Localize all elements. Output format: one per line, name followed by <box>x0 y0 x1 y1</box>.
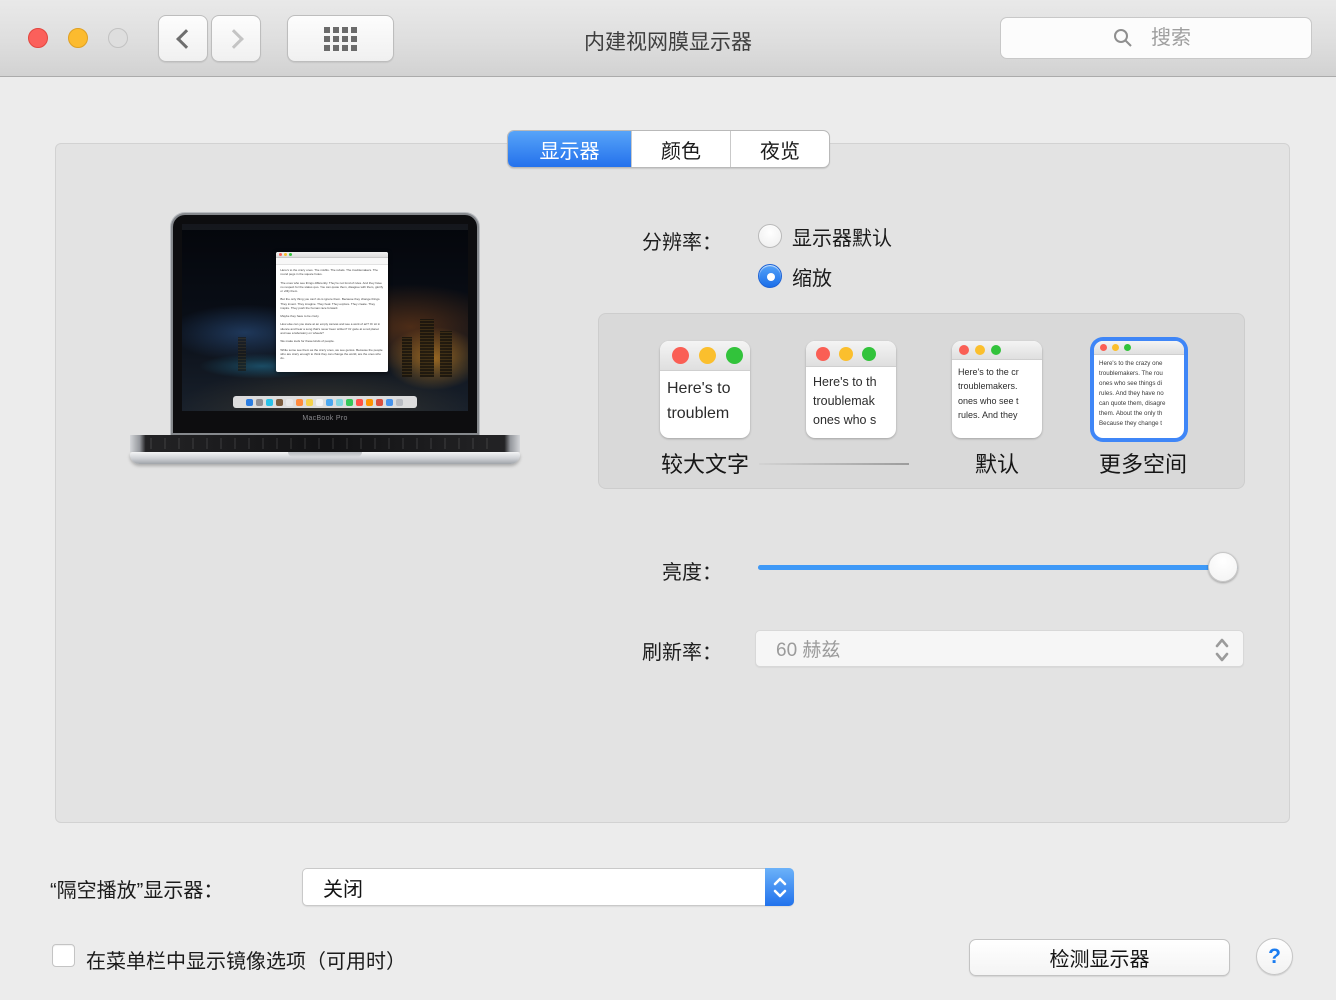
brightness-slider-knob[interactable] <box>1208 552 1238 582</box>
scale-option-default[interactable]: Here's to the cr troublemakers. ones who… <box>952 341 1042 438</box>
scaled-resolution-picker: Here's to troublem Here's to th troublem… <box>598 313 1245 489</box>
scale-label-divider <box>759 463 909 465</box>
macbook-illustration: Here's to the crazy ones. The misfits. T… <box>130 215 520 465</box>
macbook-lid-notch <box>288 452 362 457</box>
mini-menu-bar <box>182 224 468 230</box>
radio-scaled[interactable] <box>758 264 782 288</box>
airplay-display-value: 关闭 <box>323 873 363 902</box>
brightness-fill <box>758 565 1238 570</box>
thumb-titlebar <box>1094 341 1184 355</box>
search-field[interactable] <box>1000 17 1312 59</box>
brightness-label: 亮度： <box>562 556 722 585</box>
scale-option-more-space[interactable]: Here's to the crazy one troublemakers. T… <box>1094 341 1184 438</box>
thumb-titlebar <box>806 341 896 367</box>
thumb-titlebar <box>660 341 750 371</box>
macbook-keyboard <box>130 435 520 452</box>
tab-night-shift[interactable]: 夜览 <box>730 131 829 167</box>
macbook-screen: Here's to the crazy ones. The misfits. T… <box>173 215 477 433</box>
search-icon <box>1113 28 1133 48</box>
scale-option-larger-text[interactable]: Here's to troublem <box>660 341 750 438</box>
brightness-slider[interactable] <box>758 565 1238 570</box>
refresh-rate-label: 刷新率： <box>562 636 722 665</box>
mini-window-toolbar <box>276 258 388 265</box>
search-input[interactable] <box>1001 18 1311 58</box>
radio-default-for-display[interactable] <box>758 224 782 248</box>
title-bar: 内建视网膜显示器 <box>0 0 1336 77</box>
resolution-label: 分辨率： <box>562 226 722 255</box>
scale-label-larger-text: 较大文字 <box>632 447 778 479</box>
chevron-up-icon <box>772 877 788 886</box>
airplay-display-select[interactable]: 关闭 <box>302 868 794 906</box>
resolution-option-default[interactable]: 显示器默认 <box>758 222 892 250</box>
chevron-down-icon <box>772 889 788 898</box>
mini-document-window: Here's to the crazy ones. The misfits. T… <box>276 252 388 372</box>
macbook-model-label: MacBook Pro <box>173 415 477 422</box>
tab-color[interactable]: 颜色 <box>631 131 730 167</box>
resolution-option-scaled[interactable]: 缩放 <box>758 262 832 290</box>
tab-display[interactable]: 显示器 <box>508 131 631 167</box>
macbook-wallpaper: Here's to the crazy ones. The misfits. T… <box>182 224 468 411</box>
scale-option-2[interactable]: Here's to th troublemak ones who s <box>806 341 896 438</box>
select-chevrons-icon <box>1213 637 1231 663</box>
help-button[interactable]: ? <box>1256 938 1293 975</box>
detect-displays-button[interactable]: 检测显示器 <box>969 939 1230 976</box>
show-mirroring-checkbox[interactable] <box>52 944 75 967</box>
show-mirroring-label: 在菜单栏中显示镜像选项（可用时） <box>86 945 406 974</box>
airplay-display-label: “隔空播放”显示器： <box>50 874 223 903</box>
scale-label-more-space: 更多空间 <box>1070 447 1216 479</box>
scale-label-default: 默认 <box>924 447 1070 479</box>
refresh-rate-value: 60 赫兹 <box>776 635 840 662</box>
mini-dock <box>233 396 416 408</box>
thumb-titlebar <box>952 341 1042 360</box>
mini-document-text: Here's to the crazy ones. The misfits. T… <box>276 265 388 363</box>
refresh-rate-select[interactable]: 60 赫兹 <box>755 630 1244 667</box>
popup-chevrons-cap <box>765 868 794 906</box>
tab-bar: 显示器 颜色 夜览 <box>507 130 830 168</box>
